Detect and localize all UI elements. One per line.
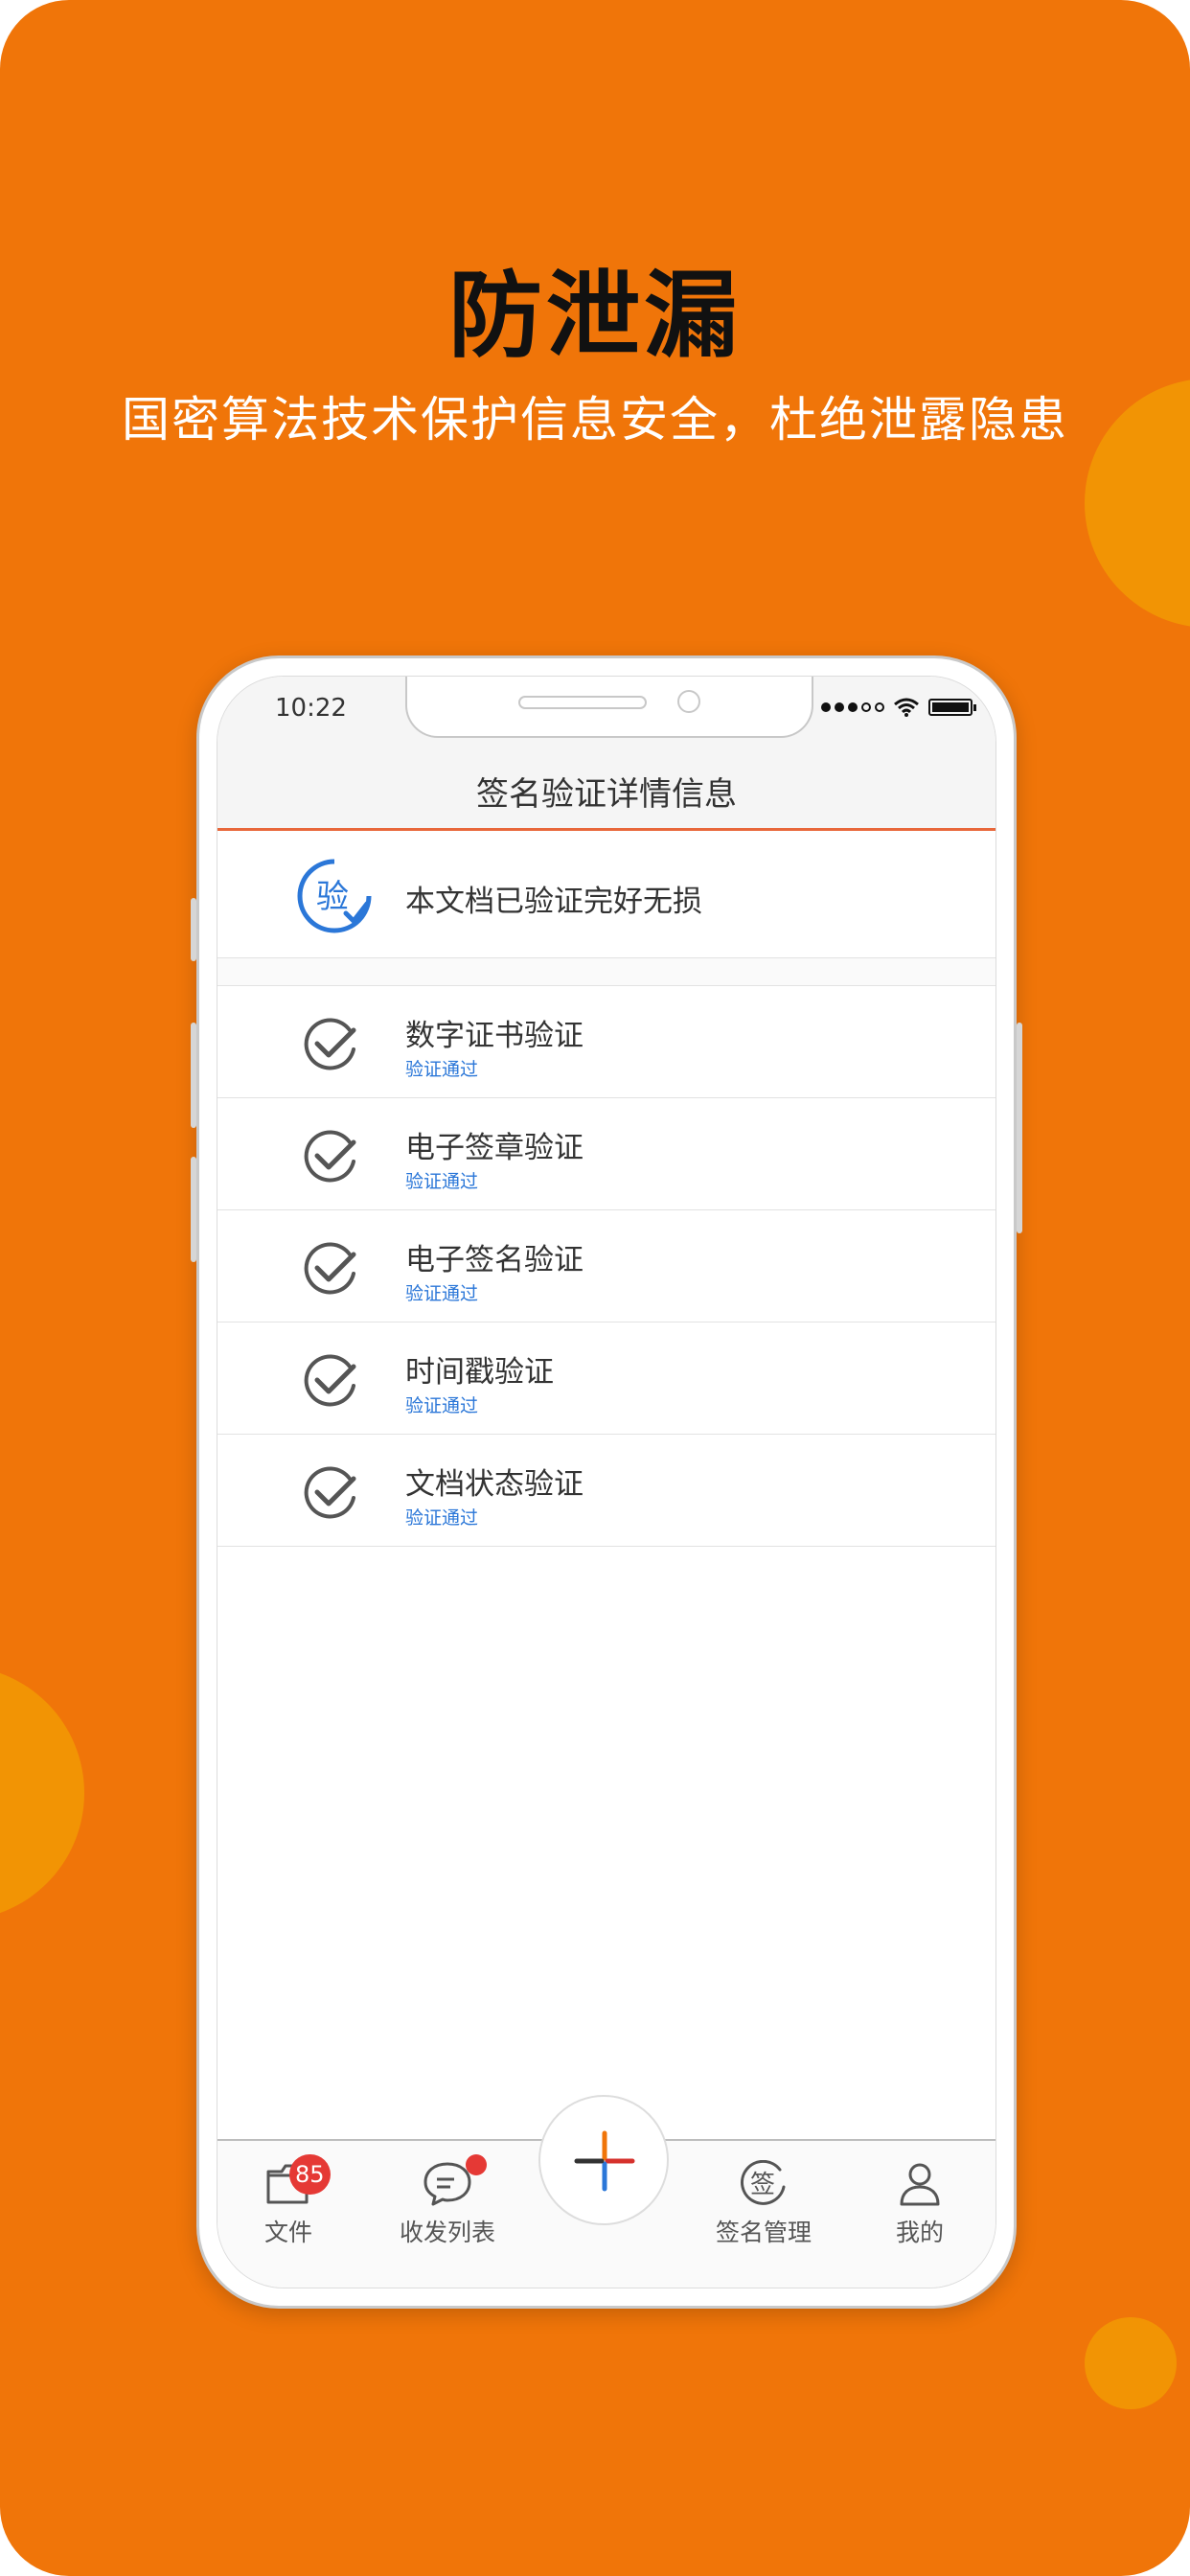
- list-item[interactable]: 文档状态验证 验证通过: [217, 1435, 995, 1547]
- tab-profile[interactable]: 我的: [858, 2160, 982, 2248]
- page-title: 签名验证详情信息: [476, 775, 737, 814]
- check-circle-icon: [304, 1354, 356, 1407]
- list-item-status: 验证通过: [405, 1283, 479, 1304]
- user-icon: [900, 2163, 940, 2206]
- phone-side-button: [191, 1023, 196, 1128]
- list-item-title: 电子签章验证: [405, 1131, 584, 1165]
- list-item-status: 验证通过: [405, 1507, 479, 1529]
- speaker-grille: [518, 696, 647, 709]
- front-camera: [677, 690, 700, 713]
- check-circle-icon: [304, 1466, 356, 1519]
- verify-seal-icon: 验: [297, 859, 372, 933]
- list-item[interactable]: 电子签名验证 验证通过: [217, 1210, 995, 1322]
- status-time: 10:22: [275, 694, 347, 723]
- decor-circle: [0, 1666, 84, 1920]
- promo-subline: 国密算法技术保护信息安全，杜绝泄露隐患: [122, 392, 1068, 448]
- list-item-title: 文档状态验证: [405, 1467, 584, 1502]
- svg-text:签: 签: [750, 2171, 775, 2199]
- tab-label: 我的: [895, 2219, 944, 2246]
- unread-count-badge: 85: [289, 2154, 331, 2195]
- verify-summary: 验 本文档已验证完好无损: [217, 831, 995, 958]
- signal-dots-icon: [821, 702, 884, 712]
- plus-icon: [574, 2130, 635, 2192]
- phone-side-button: [191, 1157, 196, 1262]
- list-item-status: 验证通过: [405, 1171, 479, 1192]
- list-item[interactable]: 电子签章验证 验证通过: [217, 1098, 995, 1210]
- verify-summary-text: 本文档已验证完好无损: [405, 885, 702, 919]
- tab-inbox[interactable]: 收发列表: [385, 2154, 510, 2248]
- tab-label: 文件: [263, 2219, 312, 2246]
- nav-bar: 签名验证详情信息: [217, 753, 995, 831]
- tab-files[interactable]: 85 文件: [226, 2154, 351, 2248]
- tab-signatures[interactable]: 签 签名管理: [701, 2160, 826, 2248]
- promo-headline: 防泄漏: [447, 262, 742, 371]
- phone-screen: 10:22 签名验证详情信息 验 本文档已验证完好无损 数字证书验证 验证通过 …: [217, 676, 996, 2288]
- unread-dot-badge: [466, 2154, 487, 2175]
- list-item-status: 验证通过: [405, 1395, 479, 1416]
- phone-side-button: [191, 898, 196, 961]
- check-circle-icon: [304, 1018, 356, 1070]
- battery-icon: [928, 699, 976, 716]
- list-item[interactable]: 数字证书验证 验证通过: [217, 986, 995, 1098]
- svg-text:验: 验: [316, 878, 349, 916]
- promo-background: 防泄漏 国密算法技术保护信息安全，杜绝泄露隐患 10:22 签名验证详情信息 验…: [0, 0, 1190, 2576]
- phone-frame: 10:22 签名验证详情信息 验 本文档已验证完好无损 数字证书验证 验证通过 …: [191, 656, 1022, 2309]
- status-bar: 10:22: [217, 677, 995, 753]
- check-circle-icon: [304, 1242, 356, 1295]
- create-button[interactable]: [538, 2095, 669, 2225]
- sign-stamp-icon: 签: [741, 2160, 786, 2205]
- decor-circle: [1085, 2317, 1177, 2409]
- check-circle-icon: [304, 1130, 356, 1183]
- list-item[interactable]: 时间戳验证 验证通过: [217, 1322, 995, 1435]
- section-divider: [217, 958, 995, 986]
- phone-side-button: [1017, 1023, 1022, 1233]
- tab-label: 签名管理: [715, 2219, 812, 2246]
- list-item-title: 电子签名验证: [405, 1243, 584, 1277]
- wifi-icon: [894, 698, 919, 717]
- tab-label: 收发列表: [399, 2219, 495, 2246]
- status-indicators: [821, 698, 976, 717]
- list-item-status: 验证通过: [405, 1059, 479, 1080]
- phone-notch: [405, 677, 813, 738]
- verification-list: 数字证书验证 验证通过 电子签章验证 验证通过 电子签名验证 验证通过 时间戳验…: [217, 986, 995, 1547]
- list-item-title: 时间戳验证: [405, 1355, 554, 1390]
- list-item-title: 数字证书验证: [405, 1019, 584, 1053]
